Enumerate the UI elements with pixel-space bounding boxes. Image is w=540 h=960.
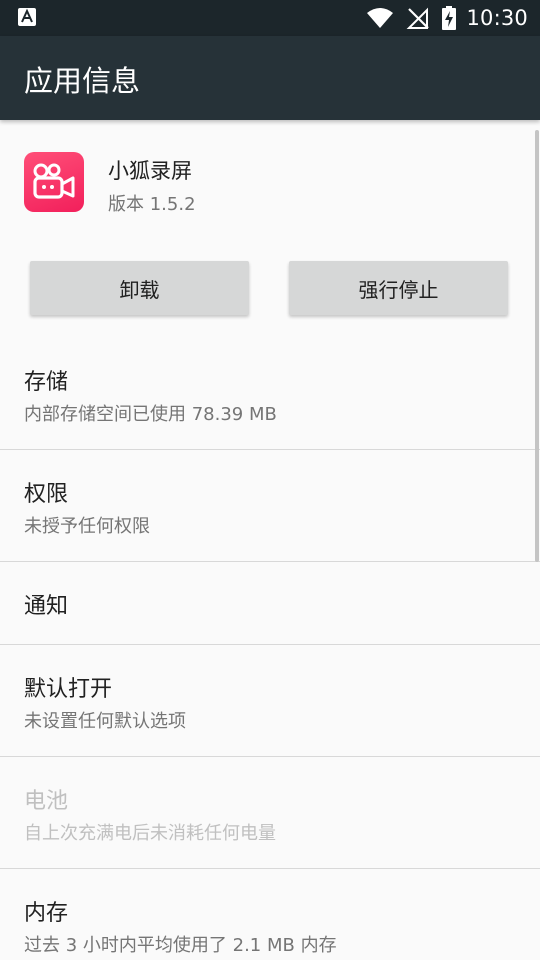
app-header: 小狐录屏 版本 1.5.2 [0, 120, 540, 240]
memory-item[interactable]: 内存 过去 3 小时内平均使用了 2.1 MB 内存 [0, 869, 540, 960]
permissions-subtitle: 未授予任何权限 [24, 516, 150, 537]
page-title: 应用信息 [24, 64, 141, 98]
memory-subtitle: 过去 3 小时内平均使用了 2.1 MB 内存 [24, 935, 337, 956]
app-version: 版本 1.5.2 [108, 194, 196, 215]
app-info-content: 小狐录屏 版本 1.5.2 卸载 强行停止 存储 内部存储空间已使用 78.39… [0, 120, 540, 960]
battery-subtitle: 自上次充满电后未消耗任何电量 [24, 823, 276, 844]
uninstall-button[interactable]: 卸载 [30, 261, 249, 315]
app-name: 小狐录屏 [108, 159, 192, 183]
video-camera-icon [33, 163, 75, 199]
permissions-item[interactable]: 权限 未授予任何权限 [0, 450, 540, 561]
a-notification-icon [18, 8, 36, 26]
storage-item[interactable]: 存储 内部存储空间已使用 78.39 MB [0, 342, 540, 450]
app-icon [24, 152, 84, 212]
app-bar: 应用信息 [0, 36, 540, 120]
wifi-icon [367, 8, 394, 28]
battery-title: 电池 [24, 789, 69, 814]
open-by-default-subtitle: 未设置任何默认选项 [24, 711, 186, 732]
no-signal-icon [407, 7, 430, 29]
scrollbar[interactable] [535, 130, 539, 562]
notifications-item[interactable]: 通知 [0, 562, 540, 644]
open-by-default-item[interactable]: 默认打开 未设置任何默认选项 [0, 645, 540, 756]
open-by-default-title: 默认打开 [24, 677, 113, 702]
storage-subtitle: 内部存储空间已使用 78.39 MB [24, 404, 277, 425]
battery-item: 电池 自上次充满电后未消耗任何电量 [0, 757, 540, 868]
storage-title: 存储 [24, 370, 69, 395]
status-icons: 10:30 [366, 4, 528, 32]
force-stop-button[interactable]: 强行停止 [289, 261, 508, 315]
status-bar: 10:30 [0, 0, 540, 36]
permissions-title: 权限 [24, 482, 69, 507]
clock: 10:30 [466, 6, 528, 30]
battery-charging-icon [442, 6, 457, 30]
notifications-title: 通知 [24, 594, 69, 619]
memory-title: 内存 [24, 901, 69, 926]
